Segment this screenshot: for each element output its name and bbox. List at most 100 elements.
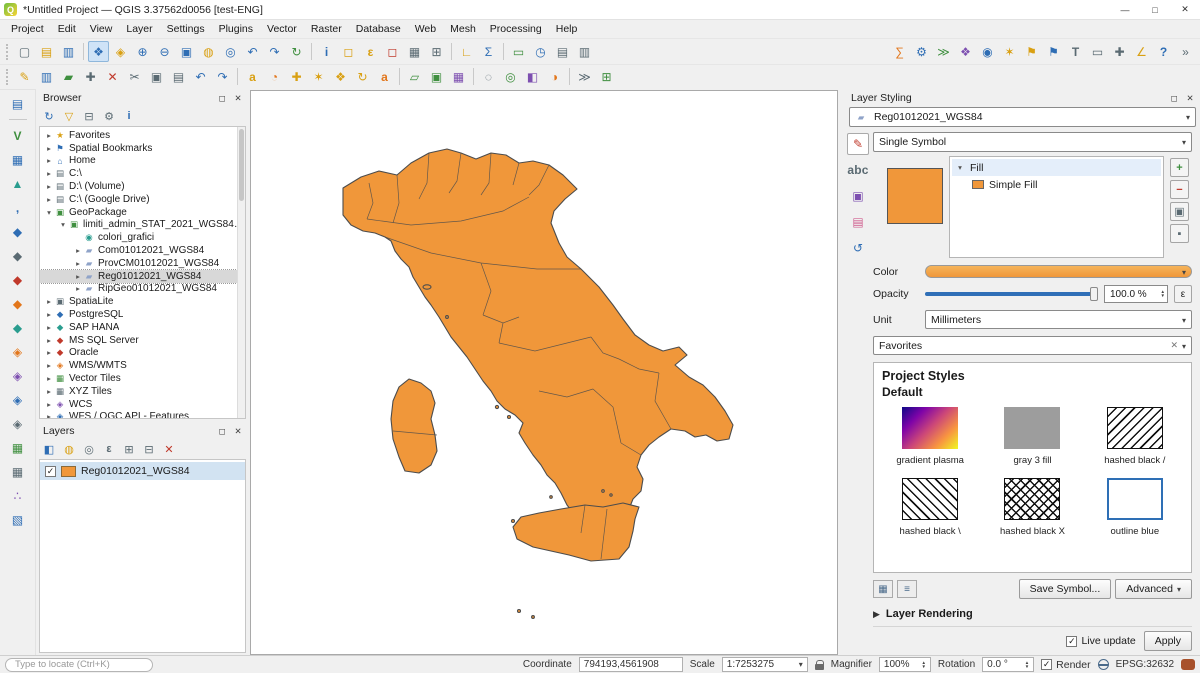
style-gradient-plasma[interactable]: gradient plasma (896, 407, 964, 466)
slider-handle[interactable] (1090, 287, 1098, 301)
remove-layer-icon[interactable]: ✕ (160, 440, 178, 458)
open-layer-styling-icon[interactable]: ◧ (40, 440, 58, 458)
remove-symbol-layer-button[interactable]: − (1170, 180, 1189, 199)
layer-visibility-checkbox[interactable] (45, 466, 56, 477)
layer-rendering-section[interactable]: ▶ Layer Rendering (873, 608, 1192, 620)
duplicate-symbol-layer-button[interactable]: ▣ (1170, 202, 1189, 221)
undock-panel-icon[interactable]: ◻ (214, 91, 230, 105)
properties-widget-icon[interactable]: ⚙ (100, 107, 118, 125)
select-by-expression-icon[interactable]: ε (360, 41, 381, 62)
osm-place-search-icon[interactable]: ◌ (478, 66, 499, 87)
expander-icon[interactable]: ▸ (44, 195, 54, 204)
style-filter-combo[interactable]: Favorites ✕ (873, 336, 1192, 355)
toolbar-overflow-icon[interactable]: » (1175, 41, 1196, 62)
expander-icon[interactable]: ▸ (44, 131, 54, 140)
menu-item[interactable]: Help (549, 21, 585, 37)
browser-item-wfs[interactable]: ▸ ◈ WFS / OGC API - Features (40, 411, 245, 419)
new-project-icon[interactable]: ▢ (14, 41, 35, 62)
spin-arrows-icon[interactable]: ▲▼ (1025, 661, 1029, 669)
add-wcs-layer-icon[interactable]: ◈ (7, 365, 28, 386)
toggle-editing-icon[interactable]: ✎ (14, 66, 35, 87)
processing-toolbox-icon[interactable]: ⚙ (911, 41, 932, 62)
new-geopackage-layer-icon[interactable]: ▣ (426, 66, 447, 87)
undo-icon[interactable]: ↶ (190, 66, 211, 87)
lock-scale-icon[interactable] (815, 664, 824, 670)
opacity-slider[interactable] (925, 292, 1098, 296)
measure-angle-icon[interactable]: ∠ (1131, 41, 1152, 62)
add-raster-layer-icon[interactable]: ▦ (7, 149, 28, 170)
save-project-icon[interactable]: ▥ (58, 41, 79, 62)
icon-view-toggle[interactable]: ▦ (873, 580, 893, 598)
close-button[interactable]: ✕ (1170, 0, 1200, 19)
add-hana-layer-icon[interactable]: ◆ (7, 317, 28, 338)
browser-item-gpkg-file[interactable]: ▾ ▣ limiti_admin_STAT_2021_WGS84.gpkg (40, 219, 245, 232)
data-defined-override-icon[interactable]: ε (1174, 285, 1192, 303)
add-polygon-feature-icon[interactable]: ▰ (58, 66, 79, 87)
add-oracle-layer-icon[interactable]: ◆ (7, 293, 28, 314)
expander-icon[interactable]: ▸ (44, 412, 54, 419)
browser-item-ripgeo01012021[interactable]: ▸ ▰ RipGeo01012021_WGS84 (40, 283, 245, 296)
browser-item-sap-hana[interactable]: ▸ ◆ SAP HANA (40, 321, 245, 334)
browser-item-reg01012021[interactable]: ▸ ▰ Reg01012021_WGS84 (40, 270, 245, 283)
add-spatialite-layer-icon[interactable]: ◆ (7, 245, 28, 266)
menu-item[interactable]: Database (349, 21, 408, 37)
browser-item-xyz-tiles[interactable]: ▸ ▦ XYZ Tiles (40, 385, 245, 398)
expander-icon[interactable]: ▸ (44, 297, 54, 306)
expander-icon[interactable]: ▾ (955, 163, 965, 172)
deselect-features-icon[interactable]: ◻ (382, 41, 403, 62)
browser-item-c-drive[interactable]: ▸ ▤ C:\ (40, 167, 245, 180)
expander-icon[interactable]: ▸ (44, 374, 54, 383)
tab-symbology[interactable]: ✎ (847, 133, 869, 155)
add-arcgis-rest-layer-icon[interactable]: ◈ (7, 413, 28, 434)
coordinate-value[interactable]: 794193,4561908 (579, 657, 683, 672)
checkbox-icon[interactable] (1041, 659, 1052, 670)
styling-layer-combo[interactable]: ▰ Reg01012021_WGS84 (849, 107, 1196, 127)
tab-labels[interactable]: abc (847, 159, 869, 181)
expander-icon[interactable]: ▾ (58, 220, 68, 229)
close-panel-icon[interactable]: ✕ (230, 424, 246, 438)
apply-button[interactable]: Apply (1144, 631, 1192, 651)
refresh-map-icon[interactable]: ↻ (286, 41, 307, 62)
add-virtual-layer-icon[interactable]: ▧ (7, 509, 28, 530)
color-button[interactable] (925, 265, 1192, 278)
zoom-to-layer-icon[interactable]: ◎ (220, 41, 241, 62)
advanced-button[interactable]: Advanced (1115, 579, 1192, 599)
zoom-full-icon[interactable]: ▣ (176, 41, 197, 62)
menu-item[interactable]: Plugins (212, 21, 260, 37)
pin-labels-icon[interactable]: ✚ (286, 66, 307, 87)
add-vector-tile-layer-icon[interactable]: ▦ (7, 437, 28, 458)
scrollbar-thumb[interactable] (239, 129, 244, 201)
map-canvas[interactable] (250, 90, 838, 655)
new-virtual-layer-icon[interactable]: ▦ (448, 66, 469, 87)
form-annotation-icon[interactable]: ▭ (1087, 41, 1108, 62)
expander-icon[interactable]: ▸ (44, 336, 54, 345)
identify-features-icon[interactable]: i (316, 41, 337, 62)
minimize-button[interactable]: — (1110, 0, 1140, 19)
browser-item-ms-sql-server[interactable]: ▸ ◆ MS SQL Server (40, 334, 245, 347)
close-panel-icon[interactable]: ✕ (230, 91, 246, 105)
copy-features-icon[interactable]: ▣ (146, 66, 167, 87)
expander-icon[interactable]: ▸ (44, 144, 54, 153)
browser-item-geopackage[interactable]: ▾ ▣ GeoPackage (40, 206, 245, 219)
tab-diagrams[interactable]: ▤ (847, 211, 869, 233)
collapse-all-icon[interactable]: ⊟ (80, 107, 98, 125)
style-manager-icon[interactable]: ◧ (522, 66, 543, 87)
add-mesh-layer-icon[interactable]: ▲ (7, 173, 28, 194)
layer-diagram-icon[interactable]: ◔ (264, 66, 285, 87)
paste-features-icon[interactable]: ▤ (168, 66, 189, 87)
new-map-view-icon[interactable]: ▭ (508, 41, 529, 62)
tab-history[interactable]: ↺ (847, 237, 869, 259)
tab-3d-view[interactable]: ▣ (847, 185, 869, 207)
render-checkbox[interactable]: Render (1041, 659, 1090, 671)
expander-icon[interactable]: ▾ (44, 208, 54, 217)
expander-icon[interactable]: ▸ (44, 400, 54, 409)
browser-item-spatialite[interactable]: ▸ ▣ SpatiaLite (40, 295, 245, 308)
live-update-checkbox[interactable]: Live update (1066, 635, 1135, 647)
clear-filter-icon[interactable]: ✕ (1170, 340, 1178, 351)
show-color-dialog-icon[interactable]: ◑ (544, 66, 565, 87)
select-features-icon[interactable]: ◻ (338, 41, 359, 62)
menu-item[interactable]: Mesh (443, 21, 483, 37)
menu-item[interactable]: Edit (51, 21, 83, 37)
delete-selected-icon[interactable]: ✕ (102, 66, 123, 87)
toolbar-handle[interactable] (6, 44, 10, 60)
